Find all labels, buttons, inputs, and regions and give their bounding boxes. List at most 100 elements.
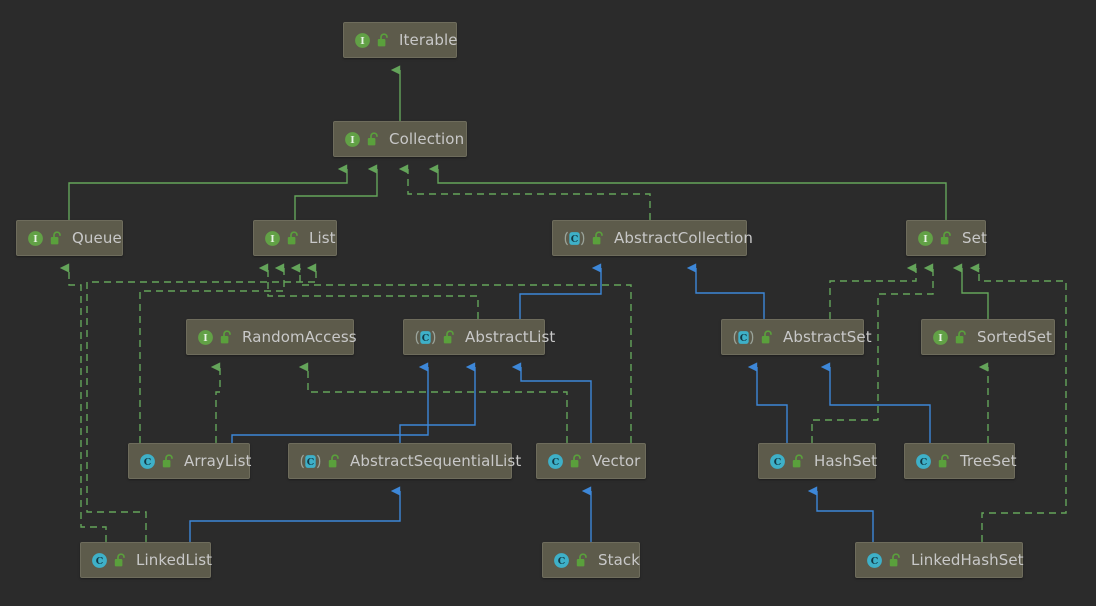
- edge-linkedhashset-set: [969, 263, 1067, 542]
- abstract-class-icon: C: [414, 329, 437, 346]
- edge-abstractset-abstractcollection: [686, 263, 765, 319]
- node-label: LinkedHashSet: [911, 550, 1024, 569]
- unlocked-padlock-icon: [955, 329, 968, 345]
- unlocked-padlock-icon: [443, 329, 456, 345]
- edge-linkedlist-queue: [59, 263, 107, 542]
- abstract-class-icon: C: [732, 329, 755, 346]
- edge-abstractlist-list: [258, 263, 479, 319]
- node-list[interactable]: I List: [253, 220, 337, 256]
- abstract-class-icon: C: [299, 453, 322, 470]
- edge-set-collection: [428, 164, 947, 220]
- node-linkedlist[interactable]: C LinkedList: [80, 542, 213, 578]
- unlocked-padlock-icon: [938, 453, 951, 469]
- node-label: TreeSet: [960, 451, 1017, 470]
- node-label: RandomAccess: [242, 327, 357, 346]
- edge-hashset-abstractset: [747, 362, 788, 443]
- node-vector[interactable]: C Vector: [536, 443, 646, 479]
- edge-treeset-abstractset: [820, 362, 931, 443]
- node-label: SortedSet: [977, 327, 1053, 346]
- svg-text:C: C: [871, 556, 879, 567]
- edge-abstractcollection-collection: [398, 164, 651, 220]
- node-randomaccess[interactable]: I RandomAccess: [186, 319, 357, 355]
- node-queue[interactable]: I Queue: [16, 220, 123, 256]
- svg-text:C: C: [740, 333, 748, 344]
- node-label: Stack: [598, 550, 641, 569]
- edge-list-collection: [294, 164, 378, 220]
- edge-linkedlist-list: [86, 263, 317, 542]
- svg-text:C: C: [422, 333, 430, 344]
- unlocked-padlock-icon: [889, 552, 902, 568]
- svg-text:C: C: [552, 457, 560, 468]
- edge-layer: [59, 65, 1067, 542]
- node-abstractlist[interactable]: C AbstractList: [403, 319, 555, 355]
- node-abstractcollection[interactable]: C AbstractCollection: [552, 220, 753, 256]
- unlocked-padlock-icon: [114, 552, 127, 568]
- svg-text:C: C: [96, 556, 104, 567]
- edge-linkedhashset-hashset: [807, 486, 874, 542]
- class-icon: C: [915, 453, 932, 470]
- svg-text:I: I: [350, 135, 355, 146]
- edge-linkedlist-abstractsequentiallist: [189, 486, 401, 542]
- svg-text:I: I: [33, 234, 38, 245]
- edge-abstractsequentiallist-abstractlist: [399, 362, 476, 443]
- node-hashset[interactable]: C HashSet: [758, 443, 878, 479]
- edge-arraylist-list: [139, 263, 285, 443]
- svg-text:I: I: [938, 333, 943, 344]
- node-arraylist[interactable]: C ArrayList: [128, 443, 252, 479]
- class-icon: C: [139, 453, 156, 470]
- node-iterable[interactable]: I Iterable: [343, 22, 458, 58]
- svg-text:I: I: [203, 333, 208, 344]
- edge-abstractset-set: [829, 263, 917, 319]
- svg-text:C: C: [307, 457, 315, 468]
- node-abstractsequentiallist[interactable]: C AbstractSequentialList: [288, 443, 521, 479]
- node-collection[interactable]: I Collection: [333, 121, 467, 157]
- edge-arraylist-abstractlist: [231, 362, 429, 443]
- edge-vector-abstractlist: [511, 362, 592, 443]
- node-label: LinkedList: [136, 550, 213, 569]
- unlocked-padlock-icon: [592, 230, 605, 246]
- node-stack[interactable]: C Stack: [542, 542, 640, 578]
- diagram-canvas: I Iterable I Collection I Queue I List C Abstract…: [0, 0, 1096, 606]
- svg-text:C: C: [144, 457, 152, 468]
- node-treeset[interactable]: C TreeSet: [904, 443, 1017, 479]
- unlocked-padlock-icon: [367, 131, 380, 147]
- edge-vector-list: [290, 263, 632, 443]
- edge-arraylist-randomaccess: [210, 362, 221, 443]
- abstract-class-icon: C: [563, 230, 586, 247]
- class-icon: C: [547, 453, 564, 470]
- node-label: Iterable: [399, 30, 458, 49]
- interface-icon: I: [917, 230, 934, 247]
- edge-queue-collection: [68, 164, 348, 220]
- node-label: Vector: [592, 451, 641, 470]
- node-label: Queue: [72, 228, 122, 247]
- node-sortedset[interactable]: I SortedSet: [921, 319, 1055, 355]
- interface-icon: I: [354, 32, 371, 49]
- node-label: Collection: [389, 129, 465, 148]
- class-icon: C: [91, 552, 108, 569]
- svg-text:C: C: [920, 457, 928, 468]
- unlocked-padlock-icon: [377, 32, 390, 48]
- unlocked-padlock-icon: [162, 453, 175, 469]
- node-label: List: [309, 228, 336, 247]
- unlocked-padlock-icon: [576, 552, 589, 568]
- node-abstractset[interactable]: C AbstractSet: [721, 319, 872, 355]
- node-set[interactable]: I Set: [906, 220, 987, 256]
- edge-vector-randomaccess: [298, 362, 568, 443]
- edge-sortedset-set: [952, 263, 989, 319]
- node-label: HashSet: [814, 451, 878, 470]
- interface-icon: I: [197, 329, 214, 346]
- node-label: Set: [962, 228, 987, 247]
- svg-text:C: C: [774, 457, 782, 468]
- unlocked-padlock-icon: [287, 230, 300, 246]
- interface-icon: I: [344, 131, 361, 148]
- node-label: AbstractCollection: [614, 228, 753, 247]
- unlocked-padlock-icon: [792, 453, 805, 469]
- node-linkedhashset[interactable]: C LinkedHashSet: [855, 542, 1024, 578]
- interface-icon: I: [932, 329, 949, 346]
- node-label: AbstractSequentialList: [350, 451, 522, 470]
- node-label: ArrayList: [184, 451, 252, 470]
- svg-text:C: C: [558, 556, 566, 567]
- interface-icon: I: [27, 230, 44, 247]
- svg-text:I: I: [270, 234, 275, 245]
- node-label: AbstractList: [465, 327, 556, 346]
